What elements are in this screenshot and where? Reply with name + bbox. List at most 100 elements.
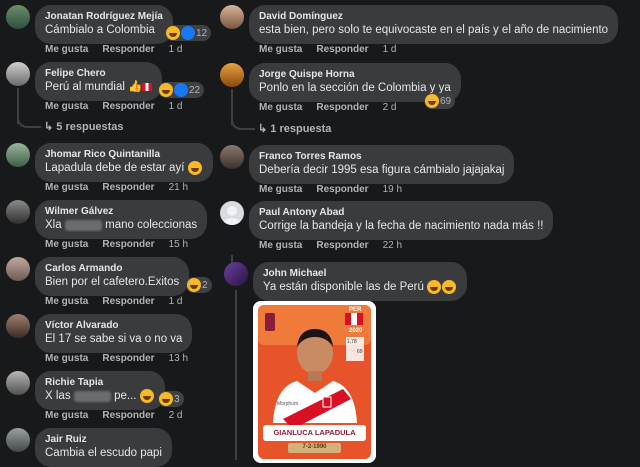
comment-actions: Me gusta Responder 1 d: [45, 44, 196, 55]
timestamp[interactable]: 1 d: [383, 44, 397, 55]
reply-button[interactable]: Responder: [102, 353, 154, 364]
timestamp[interactable]: 1 d: [169, 296, 183, 307]
timestamp[interactable]: 13 h: [169, 353, 188, 364]
reaction-badge[interactable]: 69: [424, 93, 456, 109]
comment-text: Ponlo en la sección de Colombia y ya: [259, 82, 451, 94]
like-button[interactable]: Me gusta: [259, 240, 302, 251]
comment-actions: Me gusta Responder 15 h: [45, 239, 202, 250]
reaction-count: 22: [189, 84, 201, 96]
comment-text: Perú al mundial 👍: [45, 80, 153, 95]
avatar[interactable]: [220, 5, 244, 29]
comment-actions: Me gusta Responder 21 h: [45, 182, 202, 193]
comment-actions: Me gusta Responder 19 h: [259, 184, 416, 195]
reply-button[interactable]: Responder: [316, 184, 368, 195]
timestamp[interactable]: 21 h: [169, 182, 188, 193]
sticker-image[interactable]: PER 2020 1,78 69 Morphum GIANLUCA LAPADU…: [253, 301, 376, 463]
haha-icon: [159, 392, 173, 406]
author-name[interactable]: Felipe Chero: [45, 67, 152, 80]
comment-text: Lapadula debe de estar ayí: [45, 161, 203, 176]
reply-button[interactable]: Responder: [102, 44, 154, 55]
reply-button[interactable]: Responder: [102, 101, 154, 112]
avatar[interactable]: [6, 62, 30, 86]
reaction-badge[interactable]: 12: [165, 25, 212, 41]
reaction-badge[interactable]: 3: [158, 391, 184, 407]
like-button[interactable]: Me gusta: [45, 410, 88, 421]
comment-bubble: David Domínguez esta bien, pero solo te …: [249, 5, 619, 44]
author-name[interactable]: David Domínguez: [259, 10, 608, 23]
reaction-badge[interactable]: 22: [158, 82, 205, 98]
timestamp[interactable]: 15 h: [169, 239, 188, 250]
comment-actions: Me gusta Responder 22 h: [259, 240, 416, 251]
like-button[interactable]: Me gusta: [45, 101, 88, 112]
comment-bubble: Paul Antony Abad Corrige la bandeja y la…: [249, 201, 554, 240]
author-name[interactable]: Jair Ruiz: [45, 433, 162, 446]
timestamp[interactable]: 2 d: [383, 102, 397, 113]
author-name[interactable]: John Michael: [263, 267, 457, 280]
laughing-emoji-icon: [442, 280, 457, 294]
thread-line: [235, 290, 237, 460]
avatar[interactable]: [6, 5, 30, 29]
avatar[interactable]: [6, 200, 30, 224]
like-button[interactable]: Me gusta: [45, 239, 88, 250]
like-button[interactable]: Me gusta: [45, 44, 88, 55]
comment-bubble: Wilmer Gálvez Xla huevas mano colecciona…: [35, 200, 208, 239]
avatar[interactable]: [6, 257, 30, 281]
reply-button[interactable]: Responder: [316, 44, 368, 55]
like-button[interactable]: Me gusta: [259, 184, 302, 195]
avatar[interactable]: [6, 428, 30, 452]
author-name[interactable]: Víctor Alvarado: [45, 319, 182, 332]
censored-word: huevas: [73, 391, 111, 403]
author-name[interactable]: Wilmer Gálvez: [45, 205, 197, 218]
comment-text: Ya están disponible las de Perú: [263, 280, 457, 295]
comment: Richie Tapia X las huevas pe... 3 Me gus…: [6, 371, 216, 425]
reply-button[interactable]: Responder: [102, 239, 154, 250]
author-name[interactable]: Jorge Quispe Horna: [259, 68, 451, 81]
avatar[interactable]: [220, 63, 244, 87]
avatar[interactable]: [6, 314, 30, 338]
author-name[interactable]: Jonatan Rodríguez Mejía: [45, 10, 163, 23]
comment: Franco Torres Ramos Debería decir 1995 e…: [220, 145, 630, 199]
avatar[interactable]: [6, 371, 30, 395]
like-button[interactable]: Me gusta: [45, 182, 88, 193]
like-button[interactable]: Me gusta: [45, 353, 88, 364]
timestamp[interactable]: 19 h: [383, 184, 402, 195]
reply-button[interactable]: Responder: [102, 182, 154, 193]
avatar[interactable]: [224, 262, 248, 286]
view-replies-link[interactable]: ↳ 1 respuesta: [258, 122, 331, 135]
author-name[interactable]: Jhomar Rico Quintanilla: [45, 148, 203, 161]
like-button[interactable]: Me gusta: [259, 102, 302, 113]
reply-button[interactable]: Responder: [316, 240, 368, 251]
comment: Jonatan Rodríguez Mejía Cámbialo a Colom…: [6, 5, 216, 59]
author-name[interactable]: Franco Torres Ramos: [259, 150, 504, 163]
comment-bubble: Víctor Alvarado El 17 se sabe si va o no…: [35, 314, 193, 353]
laughing-emoji-icon: [139, 389, 154, 403]
like-button[interactable]: Me gusta: [259, 44, 302, 55]
author-name[interactable]: Paul Antony Abad: [259, 206, 543, 219]
like-button[interactable]: Me gusta: [45, 296, 88, 307]
comment-bubble: Jair Ruiz Cambia el escudo papi: [35, 428, 172, 467]
reaction-count: 2: [202, 279, 208, 291]
author-name[interactable]: Carlos Armando: [45, 262, 179, 275]
timestamp[interactable]: 1 d: [169, 44, 183, 55]
reply-button[interactable]: Responder: [102, 410, 154, 421]
timestamp[interactable]: 1 d: [169, 101, 183, 112]
sticker-sponsor: Morphum: [277, 401, 299, 407]
comment-actions: Me gusta Responder 1 d: [259, 44, 410, 55]
haha-icon: [187, 278, 201, 292]
avatar[interactable]: [6, 143, 30, 167]
comment-text: El 17 se sabe si va o no va: [45, 333, 183, 345]
comment-bubble: Felipe Chero Perú al mundial 👍: [35, 62, 163, 101]
comment: Víctor Alvarado El 17 se sabe si va o no…: [6, 314, 216, 368]
reply-button[interactable]: Responder: [316, 102, 368, 113]
timestamp[interactable]: 22 h: [383, 240, 402, 251]
view-replies-link[interactable]: ↳ 5 respuestas: [44, 120, 124, 133]
haha-icon: [159, 83, 173, 97]
reaction-count: 3: [174, 393, 180, 405]
default-avatar-icon: [223, 206, 241, 225]
reaction-badge[interactable]: 2: [186, 277, 212, 293]
avatar[interactable]: [220, 201, 244, 225]
avatar[interactable]: [220, 145, 244, 169]
author-name[interactable]: Richie Tapia: [45, 376, 155, 389]
reply-button[interactable]: Responder: [102, 296, 154, 307]
timestamp[interactable]: 2 d: [169, 410, 183, 421]
